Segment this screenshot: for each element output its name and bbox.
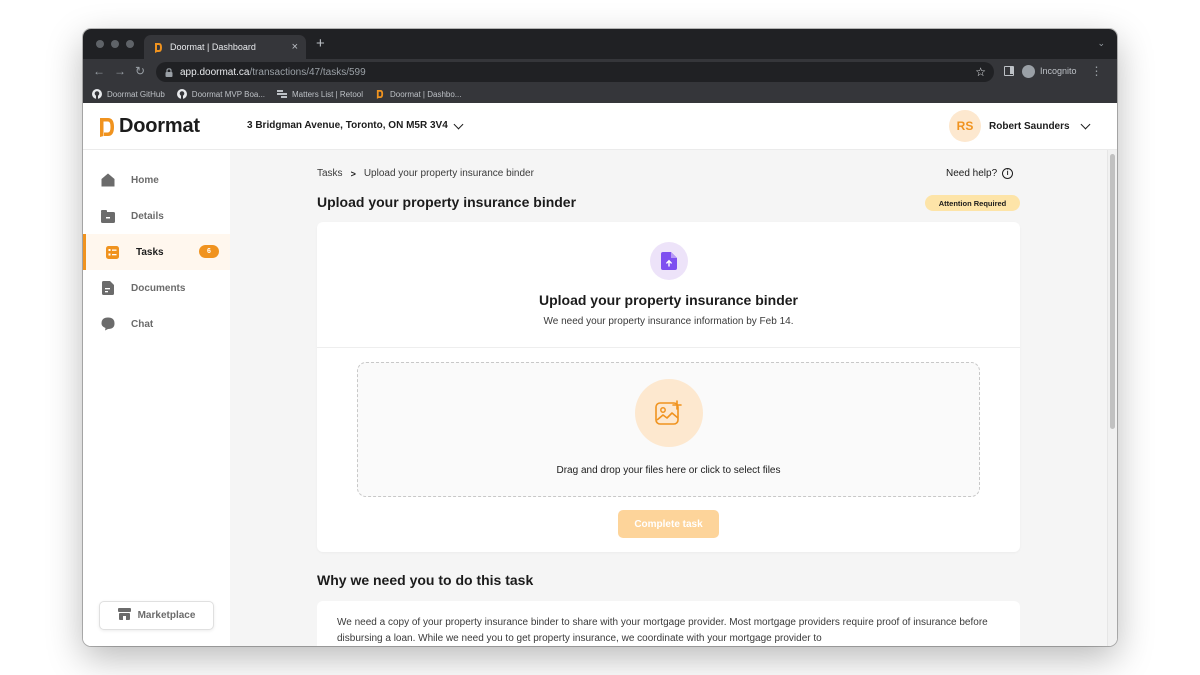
retool-icon: [277, 89, 288, 99]
home-icon: [100, 173, 115, 188]
page-title: Upload your property insurance binder: [317, 194, 577, 210]
doormat-favicon-icon: [154, 41, 164, 53]
bookmark-item[interactable]: Matters List | Retool: [277, 89, 363, 99]
github-icon: [92, 89, 102, 99]
upload-card: Upload your property insurance binder We…: [317, 222, 1020, 552]
folder-icon: [100, 209, 115, 224]
toolbar-right: Incognito ⋮: [1004, 64, 1103, 78]
url-text: app.doormat.ca/transactions/47/tasks/599: [180, 66, 366, 78]
checklist-icon: [105, 245, 120, 260]
url-input[interactable]: app.doormat.ca/transactions/47/tasks/599…: [156, 62, 994, 82]
bookmarks-bar: Doormat GitHub Doormat MVP Boa... Matter…: [83, 85, 1117, 103]
back-icon[interactable]: ←: [93, 64, 105, 78]
complete-task-button[interactable]: Complete task: [618, 510, 719, 538]
sidebar: Home Details Tasks 6 Documents Chat Mark…: [83, 150, 230, 646]
storefront-icon: [117, 608, 131, 623]
breadcrumb-separator-icon: >: [350, 168, 356, 179]
user-name: Robert Saunders: [989, 120, 1070, 132]
document-icon: [100, 281, 115, 296]
new-tab-button[interactable]: +: [316, 36, 325, 51]
app-header: Doormat 3 Bridgman Avenue, Toronto, ON M…: [83, 103, 1117, 150]
side-panel-icon[interactable]: [1004, 66, 1014, 76]
chevron-down-icon: [1080, 119, 1091, 130]
status-badge: Attention Required: [925, 195, 1020, 211]
minimize-window-button[interactable]: [111, 40, 119, 48]
browser-menu-icon[interactable]: ⋮: [1091, 64, 1103, 78]
tab-close-icon[interactable]: ×: [292, 41, 298, 53]
need-help-link[interactable]: Need help? i: [946, 168, 1014, 179]
bookmark-item[interactable]: Doormat | Dashbo...: [375, 89, 461, 99]
bookmark-item[interactable]: Doormat GitHub: [92, 89, 165, 99]
sidebar-item-details[interactable]: Details: [83, 198, 230, 234]
doormat-icon: [375, 89, 385, 99]
user-menu[interactable]: RS Robert Saunders: [949, 110, 1091, 142]
doormat-logo-icon: [100, 117, 114, 137]
avatar: RS: [949, 110, 981, 142]
maximize-window-button[interactable]: [126, 40, 134, 48]
bookmark-star-icon[interactable]: ☆: [975, 65, 986, 79]
tab-search-chevron-icon[interactable]: ⌄: [1097, 38, 1105, 49]
incognito-icon: [1022, 64, 1035, 78]
tab-title: Doormat | Dashboard: [170, 42, 256, 52]
incognito-indicator[interactable]: Incognito: [1022, 64, 1077, 78]
browser-window: Doormat | Dashboard × + ⌄ ← → ↻ app.door…: [83, 29, 1117, 646]
card-title: Upload your property insurance binder: [538, 292, 799, 308]
reload-icon[interactable]: ↻: [135, 64, 145, 78]
sidebar-item-chat[interactable]: Chat: [83, 306, 230, 342]
forward-icon[interactable]: →: [114, 64, 126, 78]
browser-tab[interactable]: Doormat | Dashboard ×: [144, 35, 306, 59]
info-icon: i: [1002, 168, 1014, 179]
card-subtitle: We need your property insurance informat…: [543, 316, 794, 327]
why-section-body: We need a copy of your property insuranc…: [317, 601, 1020, 646]
breadcrumb: Tasks > Upload your property insurance b…: [317, 168, 534, 179]
app-viewport: Doormat 3 Bridgman Avenue, Toronto, ON M…: [83, 103, 1117, 646]
file-dropzone[interactable]: Drag and drop your files here or click t…: [357, 362, 980, 497]
sidebar-item-documents[interactable]: Documents: [83, 270, 230, 306]
window-controls: [96, 40, 134, 48]
chat-icon: [100, 317, 115, 332]
why-section-title: Why we need you to do this task: [317, 572, 534, 588]
github-icon: [176, 89, 187, 99]
bookmark-item[interactable]: Doormat MVP Boa...: [176, 89, 265, 99]
add-image-icon: [635, 379, 703, 447]
close-window-button[interactable]: [96, 40, 104, 48]
chevron-down-icon: [453, 119, 464, 129]
dropzone-text: Drag and drop your files here or click t…: [556, 465, 781, 476]
divider: [317, 347, 1020, 348]
upload-document-icon: [650, 242, 688, 280]
lock-icon: [165, 67, 173, 77]
marketplace-button[interactable]: Marketplace: [99, 601, 214, 630]
breadcrumb-current: Upload your property insurance binder: [363, 168, 534, 179]
sidebar-item-home[interactable]: Home: [83, 162, 230, 198]
doormat-logo[interactable]: Doormat: [99, 115, 200, 138]
page-scrollbar[interactable]: [1107, 150, 1117, 646]
property-address-dropdown[interactable]: 3 Bridgman Avenue, Toronto, ON M5R 3V4: [247, 119, 464, 131]
address-bar: ← → ↻ app.doormat.ca/transactions/47/tas…: [83, 59, 1117, 85]
tasks-count-badge: 6: [199, 245, 219, 258]
main-content: Tasks > Upload your property insurance b…: [230, 150, 1107, 646]
scrollbar-thumb[interactable]: [1110, 154, 1115, 429]
breadcrumb-tasks-link[interactable]: Tasks: [317, 168, 343, 179]
sidebar-item-tasks[interactable]: Tasks 6: [83, 234, 230, 270]
tab-strip: Doormat | Dashboard × + ⌄: [83, 29, 1117, 59]
